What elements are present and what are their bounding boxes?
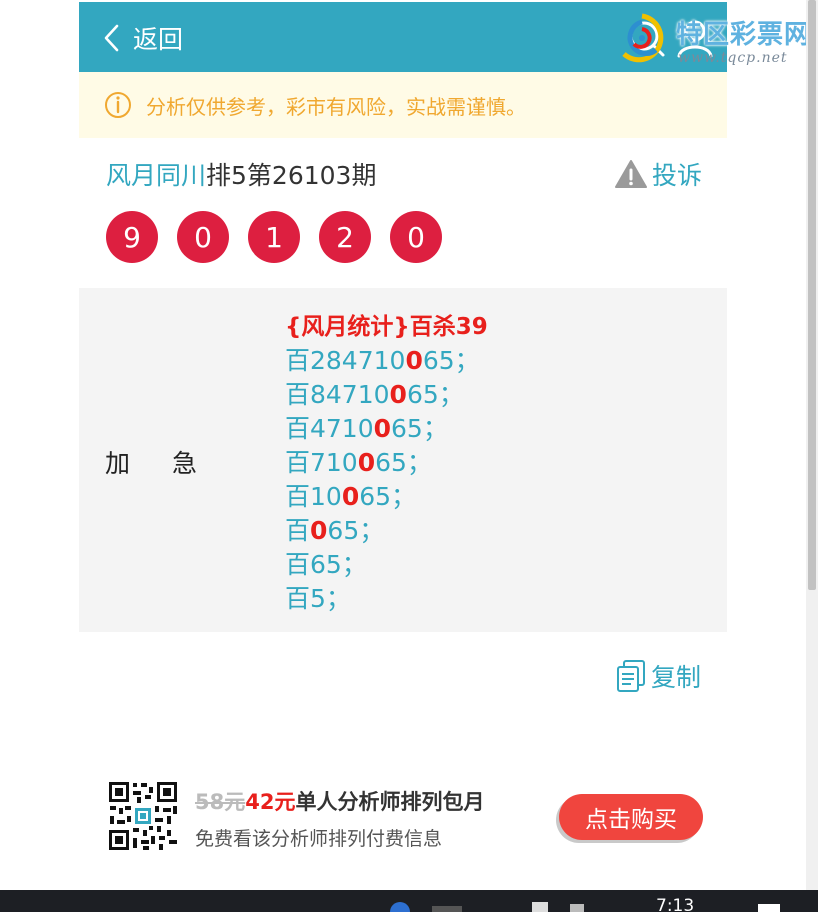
analysis-panel: 加急 {风月统计}百杀39 百284710065； 百84710065； 百47… — [79, 288, 727, 632]
line-highlight: 0 — [357, 448, 376, 477]
line-text: 百5； — [285, 584, 351, 613]
panel-label: 加急 — [105, 449, 240, 478]
analysis-lines: {风月统计}百杀39 百284710065； 百84710065； 百47100… — [285, 310, 488, 616]
back-label: 返回 — [133, 25, 184, 54]
result-ball: 2 — [319, 211, 371, 263]
copy-icon — [616, 660, 645, 692]
promo-subtitle: 免费看该分析师排列付费信息 — [195, 828, 443, 850]
site-logo-icon — [622, 13, 664, 63]
line-text: 百 — [285, 516, 311, 545]
copy-button[interactable]: 复制 — [615, 658, 701, 694]
page: 返回 分析仅供参考，彩市有风险，实战需谨慎。 风月同川排5第26103期 投诉 … — [79, 0, 727, 890]
analysis-line: 百84710065； — [285, 378, 488, 412]
line-highlight: 0 — [373, 414, 392, 443]
result-ball: 9 — [106, 211, 158, 263]
analysis-line: 百065； — [285, 514, 488, 548]
line-text: 65； — [359, 482, 417, 511]
line-text: 百10 — [285, 482, 342, 511]
line-text: 百65； — [285, 550, 367, 579]
analysis-line: 百710065； — [285, 446, 488, 480]
analysis-line: 百4710065； — [285, 412, 488, 446]
taskbar-notification-icon[interactable] — [758, 904, 780, 912]
taskbar-clock: 7:13 — [656, 896, 695, 912]
result-balls: 9 0 1 2 0 — [106, 211, 461, 263]
chevron-left-icon — [104, 24, 119, 52]
risk-notice: 分析仅供参考，彩市有风险，实战需谨慎。 — [79, 72, 727, 138]
line-text: 65； — [391, 414, 448, 443]
line-highlight: 0 — [389, 380, 407, 409]
line-highlight: 0 — [341, 482, 360, 511]
line-text: 百4710 — [285, 414, 374, 443]
analysis-heading: {风月统计}百杀39 — [285, 314, 488, 340]
analysis-line: 百10065； — [285, 480, 488, 514]
new-price: 42元 — [245, 790, 296, 814]
line-highlight: 0 — [310, 516, 328, 545]
line-highlight: 0 — [405, 346, 423, 375]
author-name[interactable]: 风月同川 — [106, 161, 206, 190]
result-ball: 0 — [390, 211, 442, 263]
scrollbar-thumb[interactable] — [808, 0, 816, 590]
info-icon — [105, 92, 131, 118]
analysis-line: 百65； — [285, 548, 488, 582]
analysis-line: 百284710065； — [285, 344, 488, 378]
copy-label: 复制 — [650, 663, 701, 692]
line-text: 65； — [375, 448, 432, 477]
taskbar: 7:13 — [0, 890, 818, 912]
buy-button[interactable]: 点击购买 — [559, 794, 703, 840]
line-text: 百710 — [285, 448, 358, 477]
back-button[interactable]: 返回 — [101, 20, 183, 56]
complaint-button[interactable]: 投诉 — [614, 156, 702, 192]
watermark-title: 特区彩票网 — [676, 20, 812, 50]
line-text: 65； — [422, 346, 480, 375]
taskbar-icons — [390, 902, 584, 912]
watermark-url: www.tqcp.net — [678, 50, 788, 66]
promo-title-line: 58元42元单人分析师排列包月 — [195, 786, 484, 816]
analysis-line: 百5； — [285, 582, 488, 616]
old-price: 58元 — [195, 790, 246, 814]
site-watermark: 特区彩票网 www.tqcp.net — [612, 8, 818, 68]
promo-banner: 58元42元单人分析师排列包月 免费看该分析师排列付费信息 点击购买 — [107, 778, 703, 854]
line-text: 百284710 — [285, 346, 406, 375]
warning-icon — [614, 160, 647, 188]
result-ball: 1 — [248, 211, 300, 263]
issue-title: 排5第26103期 — [206, 161, 377, 190]
line-text: 65； — [406, 380, 464, 409]
promo-title: 单人分析师排列包月 — [295, 790, 485, 814]
line-text: 百84710 — [285, 380, 390, 409]
scrollbar[interactable] — [806, 0, 818, 890]
result-ball: 0 — [177, 211, 229, 263]
line-text: 65； — [327, 516, 385, 545]
complaint-label: 投诉 — [651, 161, 702, 190]
title-row: 风月同川排5第26103期 投诉 — [106, 156, 702, 196]
qr-code-icon — [107, 780, 179, 852]
notice-text: 分析仅供参考，彩市有风险，实战需谨慎。 — [146, 94, 526, 119]
